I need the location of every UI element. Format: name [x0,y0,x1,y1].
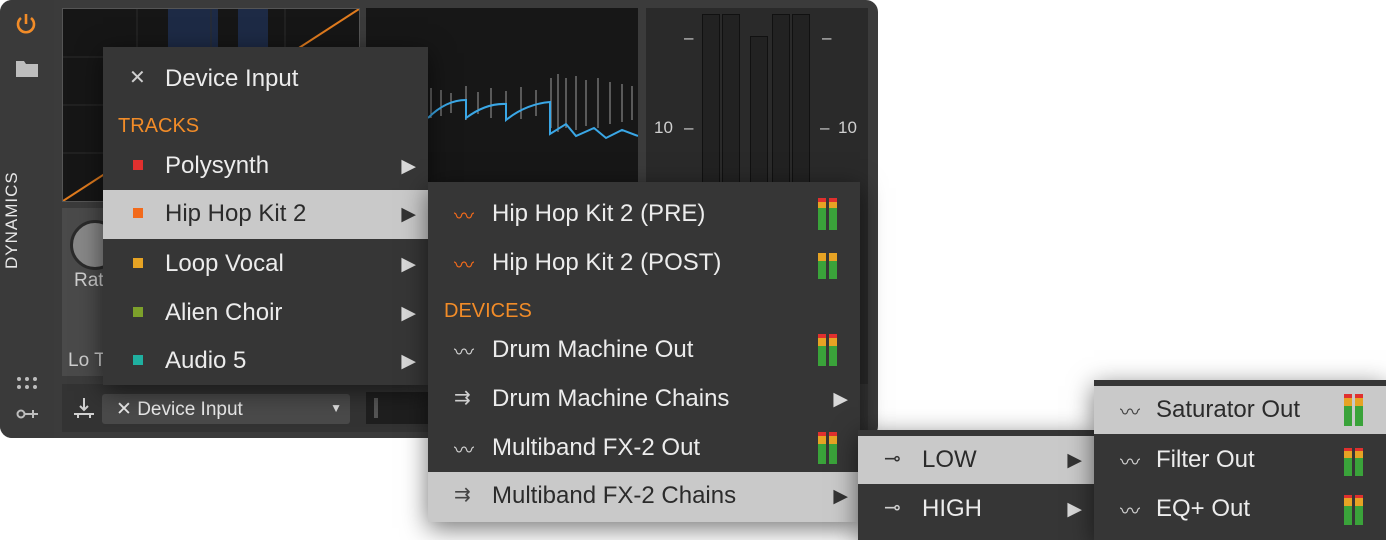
device-side-strip: DYNAMICS [0,0,54,438]
tracks-section-header: TRACKS [118,115,200,137]
track-color-swatch [133,307,143,317]
device-input-menu: ✕ Device Input TRACKS Polysynth ▶ Hip Ho… [103,47,428,385]
chevron-right-icon: ▶ [401,204,416,225]
chevron-right-icon: ▶ [401,156,416,177]
track-output-submenu: 〰 Hip Hop Kit 2 (PRE) 〰 Hip Hop Kit 2 (P… [428,182,860,522]
level-meter-icon [1344,493,1364,525]
device-name-label: DYNAMICS [2,171,21,269]
meter-tick: – [822,28,832,47]
level-meter-icon [818,334,838,366]
sidechain-level-slot[interactable] [366,392,428,424]
menu-item-track[interactable]: Polysynth ▶ [103,142,428,190]
device-input-select[interactable]: ✕ Device Input ▼ [102,394,350,424]
power-icon[interactable] [14,12,38,36]
audio-wave-icon: 〰 [454,342,474,364]
audio-wave-icon: 〰 [454,440,474,462]
audio-wave-icon: 〰 [1120,452,1140,474]
audio-wave-icon: 〰 [454,255,474,277]
chains-icon: ⇉ [454,484,471,506]
devices-section-header: DEVICES [444,300,532,322]
meter-tick: – [820,118,830,137]
sidechain-input-icon[interactable] [72,396,96,420]
menu-item-device-chains[interactable]: ⇉ Multiband FX-2 Chains ▶ [428,472,860,522]
menu-item-device-output[interactable]: 〰 Multiband FX-2 Out [428,424,860,472]
chains-icon: ⇉ [454,387,471,409]
menu-item-band[interactable]: ⊸ HIGH ▶ [858,485,1094,533]
folder-icon[interactable] [15,58,39,78]
menu-item-track[interactable]: Audio 5 ▶ [103,337,428,385]
chevron-right-icon: ▶ [833,486,848,507]
chevron-right-icon: ▶ [1067,499,1082,520]
chevron-down-icon: ▼ [330,401,342,415]
ratio-label: Rat [74,270,104,291]
menu-item-track-output[interactable]: 〰 Hip Hop Kit 2 (PRE) [428,190,860,238]
menu-item-device-chains[interactable]: ⇉ Drum Machine Chains ▶ [428,375,860,423]
level-meter-icon [1344,394,1364,426]
menu-item-chain-output[interactable]: 〰 Filter Out [1094,436,1386,484]
menu-item-track-output[interactable]: 〰 Hip Hop Kit 2 (POST) [428,239,860,287]
menu-item-chain-output[interactable]: 〰 Saturator Out [1094,386,1386,434]
track-color-swatch [133,258,143,268]
meter-tick: – [684,28,694,47]
menu-item-chain-output[interactable]: 〰 EQ+ Out [1094,485,1386,533]
level-meter-icon [818,198,838,230]
menu-item-track[interactable]: Alien Choir ▶ [103,289,428,337]
close-icon: ✕ [129,67,146,89]
band-icon: ⊸ [884,497,901,519]
band-submenu: ⊸ LOW ▶ ⊸ HIGH ▶ [858,430,1094,540]
meter-scale-label: 10 [838,118,857,137]
menu-item-device-output[interactable]: 〰 Drum Machine Out [428,326,860,374]
chevron-right-icon: ▶ [401,351,416,372]
menu-item-device-input[interactable]: ✕ Device Input [103,55,428,103]
track-color-swatch [133,160,143,170]
lo-threshold-label: Lo T [68,350,106,371]
audio-wave-icon: 〰 [1120,402,1140,424]
level-meter-icon [818,432,838,464]
chain-output-submenu: 〰 Saturator Out 〰 Filter Out 〰 EQ+ Out [1094,380,1386,540]
audio-wave-icon: 〰 [1120,501,1140,523]
meter-tick: – [684,118,694,137]
band-icon: ⊸ [884,448,901,470]
device-input-select-value: ✕ Device Input [116,399,243,420]
menu-item-band[interactable]: ⊸ LOW ▶ [858,436,1094,484]
menu-item-track[interactable]: Hip Hop Kit 2 ▶ [103,190,428,239]
level-meter-icon [818,247,838,279]
meter-scale-label: 10 [654,118,673,137]
chevron-right-icon: ▶ [401,303,416,324]
menu-item-track[interactable]: Loop Vocal ▶ [103,240,428,288]
chevron-right-icon: ▶ [833,389,848,410]
chevron-right-icon: ▶ [1067,450,1082,471]
track-color-swatch [133,208,143,218]
grid-icon[interactable] [16,376,38,392]
chevron-right-icon: ▶ [401,254,416,275]
audio-wave-icon: 〰 [454,206,474,228]
level-meter-icon [1344,444,1364,476]
modulator-icon[interactable] [16,406,40,422]
track-color-swatch [133,355,143,365]
